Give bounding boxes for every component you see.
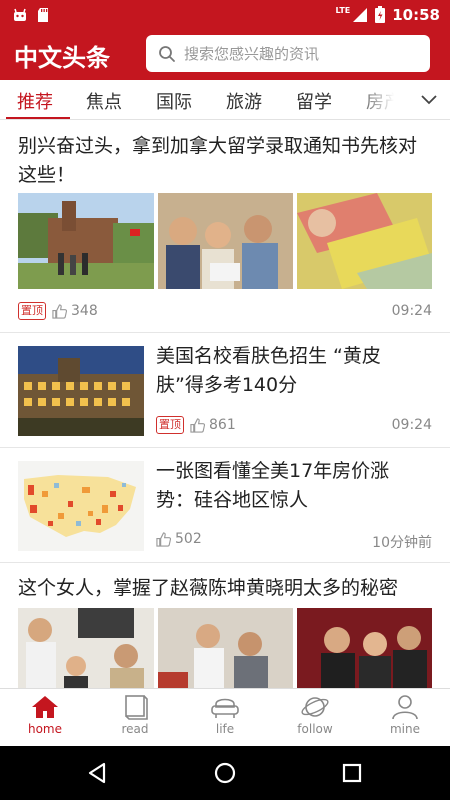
article-title: 别兴奋过头，拿到加拿大留学录取通知书先核对这些！ (18, 135, 418, 186)
network-type: LTE (335, 5, 351, 15)
article-thumbnail (18, 346, 144, 436)
article-meta: 置顶 861 (156, 416, 236, 434)
app-logo: 中文头条 (14, 43, 110, 72)
article-title: 一张图看懂全美17年房价涨势：硅谷地区惊人 (156, 460, 390, 511)
article-title: 美国名校看肤色招生 “黄皮肤”得多考140分 (156, 345, 381, 396)
nav-follow[interactable]: follow (270, 689, 360, 746)
article-meta: 502 (156, 531, 202, 547)
article-time: 09:24 (391, 303, 432, 319)
like-count[interactable]: 348 (52, 303, 98, 319)
article-thumbnail (18, 608, 154, 688)
signal-icon (353, 8, 368, 22)
thumbs-up-icon (52, 303, 67, 319)
nav-mine[interactable]: mine (360, 689, 450, 746)
status-bar: LTE 10:58 (0, 0, 450, 30)
nav-read-label: read (121, 722, 149, 736)
android-icon (14, 8, 26, 21)
nav-home-label: home (27, 722, 63, 736)
thumbs-up-icon (156, 531, 171, 547)
article-time: 10分钟前 (372, 535, 432, 551)
nav-read[interactable]: read (90, 689, 180, 746)
planet-icon (301, 697, 329, 717)
nav-mine-label: mine (389, 722, 420, 736)
article-meta: 置顶 348 (18, 302, 98, 320)
article-time: 09:24 (391, 417, 432, 433)
battery-icon (375, 6, 386, 23)
tab-fade (352, 80, 412, 119)
app-bar: 中文头条 (0, 30, 450, 80)
article-thumbnail (18, 193, 154, 289)
back-icon[interactable] (86, 761, 110, 785)
system-nav-bar (0, 746, 450, 800)
nav-follow-label: follow (297, 722, 333, 736)
book-icon (125, 695, 148, 720)
article-thumbnail (158, 608, 293, 688)
pinned-badge: 置顶 (18, 302, 46, 320)
clock: 10:58 (392, 6, 440, 24)
article-thumbnail (297, 193, 432, 289)
person-icon (392, 695, 418, 720)
article-card[interactable]: 美国名校看肤色招生 “黄皮肤”得多考140分 置顶 861 09:24 (0, 334, 450, 448)
like-count[interactable]: 861 (190, 417, 236, 433)
sofa-icon (211, 698, 239, 718)
article-card[interactable]: 这个女人，掌握了赵薇陈坤黄晓明太多的秘密 (0, 564, 450, 688)
category-tabs: 推荐 焦点 国际 旅游 留学 房产 (0, 80, 450, 120)
active-tab-indicator (6, 117, 70, 119)
article-thumbnail (18, 461, 144, 551)
search-input[interactable] (184, 44, 414, 63)
chevron-down-icon (421, 95, 437, 105)
recent-apps-icon[interactable] (340, 761, 364, 785)
more-tabs-button[interactable] (408, 80, 450, 119)
like-count[interactable]: 502 (156, 531, 202, 547)
tab-travel[interactable]: 旅游 (226, 88, 262, 114)
like-count-value: 348 (71, 303, 98, 319)
search-icon (159, 45, 175, 62)
nav-life-label: life (215, 722, 235, 736)
sdcard-icon (38, 8, 48, 22)
home-icon (32, 696, 58, 718)
tab-study-abroad[interactable]: 留学 (296, 88, 332, 114)
article-card[interactable]: 一张图看懂全美17年房价涨势：硅谷地区惊人 502 10分钟前 (0, 449, 450, 563)
tab-focus[interactable]: 焦点 (86, 88, 122, 114)
like-count-value: 502 (175, 531, 202, 547)
tab-international[interactable]: 国际 (156, 88, 192, 114)
search-box[interactable] (146, 35, 430, 72)
tab-recommend[interactable]: 推荐 (17, 88, 53, 114)
home-button-icon[interactable] (213, 761, 237, 785)
nav-home[interactable]: home (0, 689, 90, 746)
nav-life[interactable]: life (180, 689, 270, 746)
article-card[interactable]: 别兴奋过头，拿到加拿大留学录取通知书先核对这些！ 置顶 348 09:24 (0, 121, 450, 333)
bottom-nav: home read life follow mine (0, 688, 450, 746)
news-feed: 别兴奋过头，拿到加拿大留学录取通知书先核对这些！ 置顶 348 09:24 美国… (0, 121, 450, 688)
article-title: 这个女人，掌握了赵薇陈坤黄晓明太多的秘密 (18, 577, 399, 599)
article-thumbnail (297, 608, 432, 688)
like-count-value: 861 (209, 417, 236, 433)
pinned-badge: 置顶 (156, 416, 184, 434)
thumbs-up-icon (190, 417, 205, 433)
article-thumbnail (158, 193, 293, 289)
